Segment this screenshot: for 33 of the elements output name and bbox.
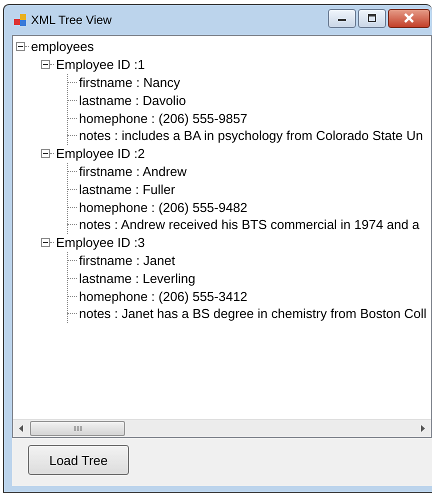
tree-node[interactable]: homephone : (206) 555-9482 — [78, 200, 248, 215]
maximize-button[interactable] — [358, 8, 386, 28]
collapse-icon[interactable] — [41, 149, 50, 158]
horizontal-scrollbar[interactable] — [13, 419, 431, 437]
tree-node[interactable]: Employee ID :2 — [55, 146, 146, 162]
minimize-button[interactable] — [328, 8, 356, 28]
load-tree-button[interactable]: Load Tree — [28, 445, 129, 475]
tree-node[interactable]: Employee ID :1 — [55, 57, 146, 72]
scroll-left-icon[interactable] — [19, 425, 24, 432]
tree-node[interactable]: firstname : Andrew — [78, 164, 188, 179]
app-icon — [14, 14, 26, 26]
close-icon — [403, 13, 415, 23]
maximize-icon — [367, 14, 377, 22]
tree-node[interactable]: Employee ID :3 — [55, 235, 146, 250]
tree-node[interactable]: notes : includes a BA in psychology from Colorado State Un — [78, 128, 424, 144]
tree-node[interactable]: notes : Janet has a BS degree in chemistry from Boston Coll — [78, 306, 428, 322]
tree-node[interactable]: lastname : Davolio — [78, 92, 187, 108]
scrollbar-thumb[interactable] — [30, 421, 125, 436]
tree-node[interactable]: lastname : Leverling — [78, 270, 196, 286]
tree-node[interactable]: lastname : Fuller — [78, 182, 176, 197]
collapse-icon[interactable] — [41, 60, 50, 70]
window-title: XML Tree View — [31, 13, 113, 27]
close-button[interactable] — [388, 8, 430, 28]
tree-node[interactable]: notes : Andrew received his BTS commercial in 1974 and a — [78, 217, 420, 232]
collapse-icon[interactable] — [41, 238, 50, 248]
collapse-icon[interactable] — [16, 42, 25, 52]
tree-node[interactable]: firstname : Nancy — [78, 74, 182, 90]
tree-node[interactable]: firstname : Janet — [78, 252, 176, 268]
tree-node[interactable]: employees — [30, 39, 95, 54]
tree-node[interactable]: homephone : (206) 555-3412 — [78, 288, 248, 304]
grip-icon — [74, 426, 82, 431]
tree-node[interactable]: homephone : (206) 555-9857 — [78, 110, 248, 126]
scroll-right-icon[interactable] — [420, 425, 425, 432]
